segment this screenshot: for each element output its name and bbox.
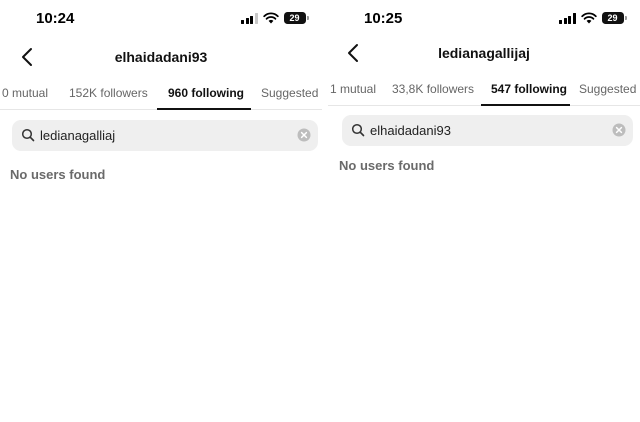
cellular-signal-icon [559, 12, 576, 24]
tab-suggested[interactable]: Suggested [579, 82, 636, 96]
search-input[interactable]: elhaidadani93 [342, 115, 633, 146]
status-bar: 10:24 29 [0, 0, 322, 36]
profile-username: elhaidadani93 [114, 49, 208, 65]
tab-mutual[interactable]: 1 mutual [330, 82, 376, 96]
status-icons: 29 [559, 12, 627, 24]
battery-icon: 29 [283, 12, 309, 24]
battery-level: 29 [607, 13, 618, 23]
empty-state-text: No users found [10, 167, 106, 182]
profile-header: elhaidadani93 [0, 42, 322, 72]
search-query[interactable]: elhaidadani93 [370, 123, 451, 138]
tab-suggested[interactable]: Suggested [261, 86, 318, 100]
profile-username: ledianagallijaj [438, 45, 530, 61]
active-tab-indicator [157, 108, 251, 110]
search-query[interactable]: ledianagalliaj [40, 128, 115, 143]
status-time: 10:25 [364, 10, 403, 27]
status-bar: 10:25 29 [328, 0, 640, 36]
battery-level: 29 [289, 13, 300, 23]
tab-following[interactable]: 547 following [491, 82, 567, 96]
follow-tabs: 0 mutual 152K followers 960 following Su… [0, 80, 322, 110]
profile-header: ledianagallijaj [328, 38, 640, 68]
search-icon [351, 123, 365, 137]
tab-followers[interactable]: 152K followers [69, 86, 148, 100]
tab-mutual[interactable]: 0 mutual [2, 86, 48, 100]
active-tab-indicator [481, 104, 570, 106]
tab-followers[interactable]: 33,8K followers [392, 82, 474, 96]
search-input[interactable]: ledianagalliaj [12, 120, 318, 151]
status-time: 10:24 [36, 10, 75, 27]
wifi-icon [262, 12, 279, 24]
right-screen: 10:25 29 ledianagallijaj 1 mutual 33,8K … [328, 0, 640, 422]
status-icons: 29 [241, 12, 309, 24]
cellular-signal-icon [241, 12, 258, 24]
wifi-icon [580, 12, 597, 24]
empty-state-text: No users found [339, 158, 435, 173]
follow-tabs: 1 mutual 33,8K followers 547 following S… [328, 76, 640, 106]
clear-circle-x-icon[interactable] [612, 123, 626, 137]
tab-following[interactable]: 960 following [168, 86, 244, 100]
battery-icon: 29 [601, 12, 627, 24]
left-screen: 10:24 29 elhaidadani93 0 mutual 152K fol… [0, 0, 322, 422]
clear-circle-x-icon[interactable] [297, 128, 311, 142]
search-icon [21, 128, 35, 142]
